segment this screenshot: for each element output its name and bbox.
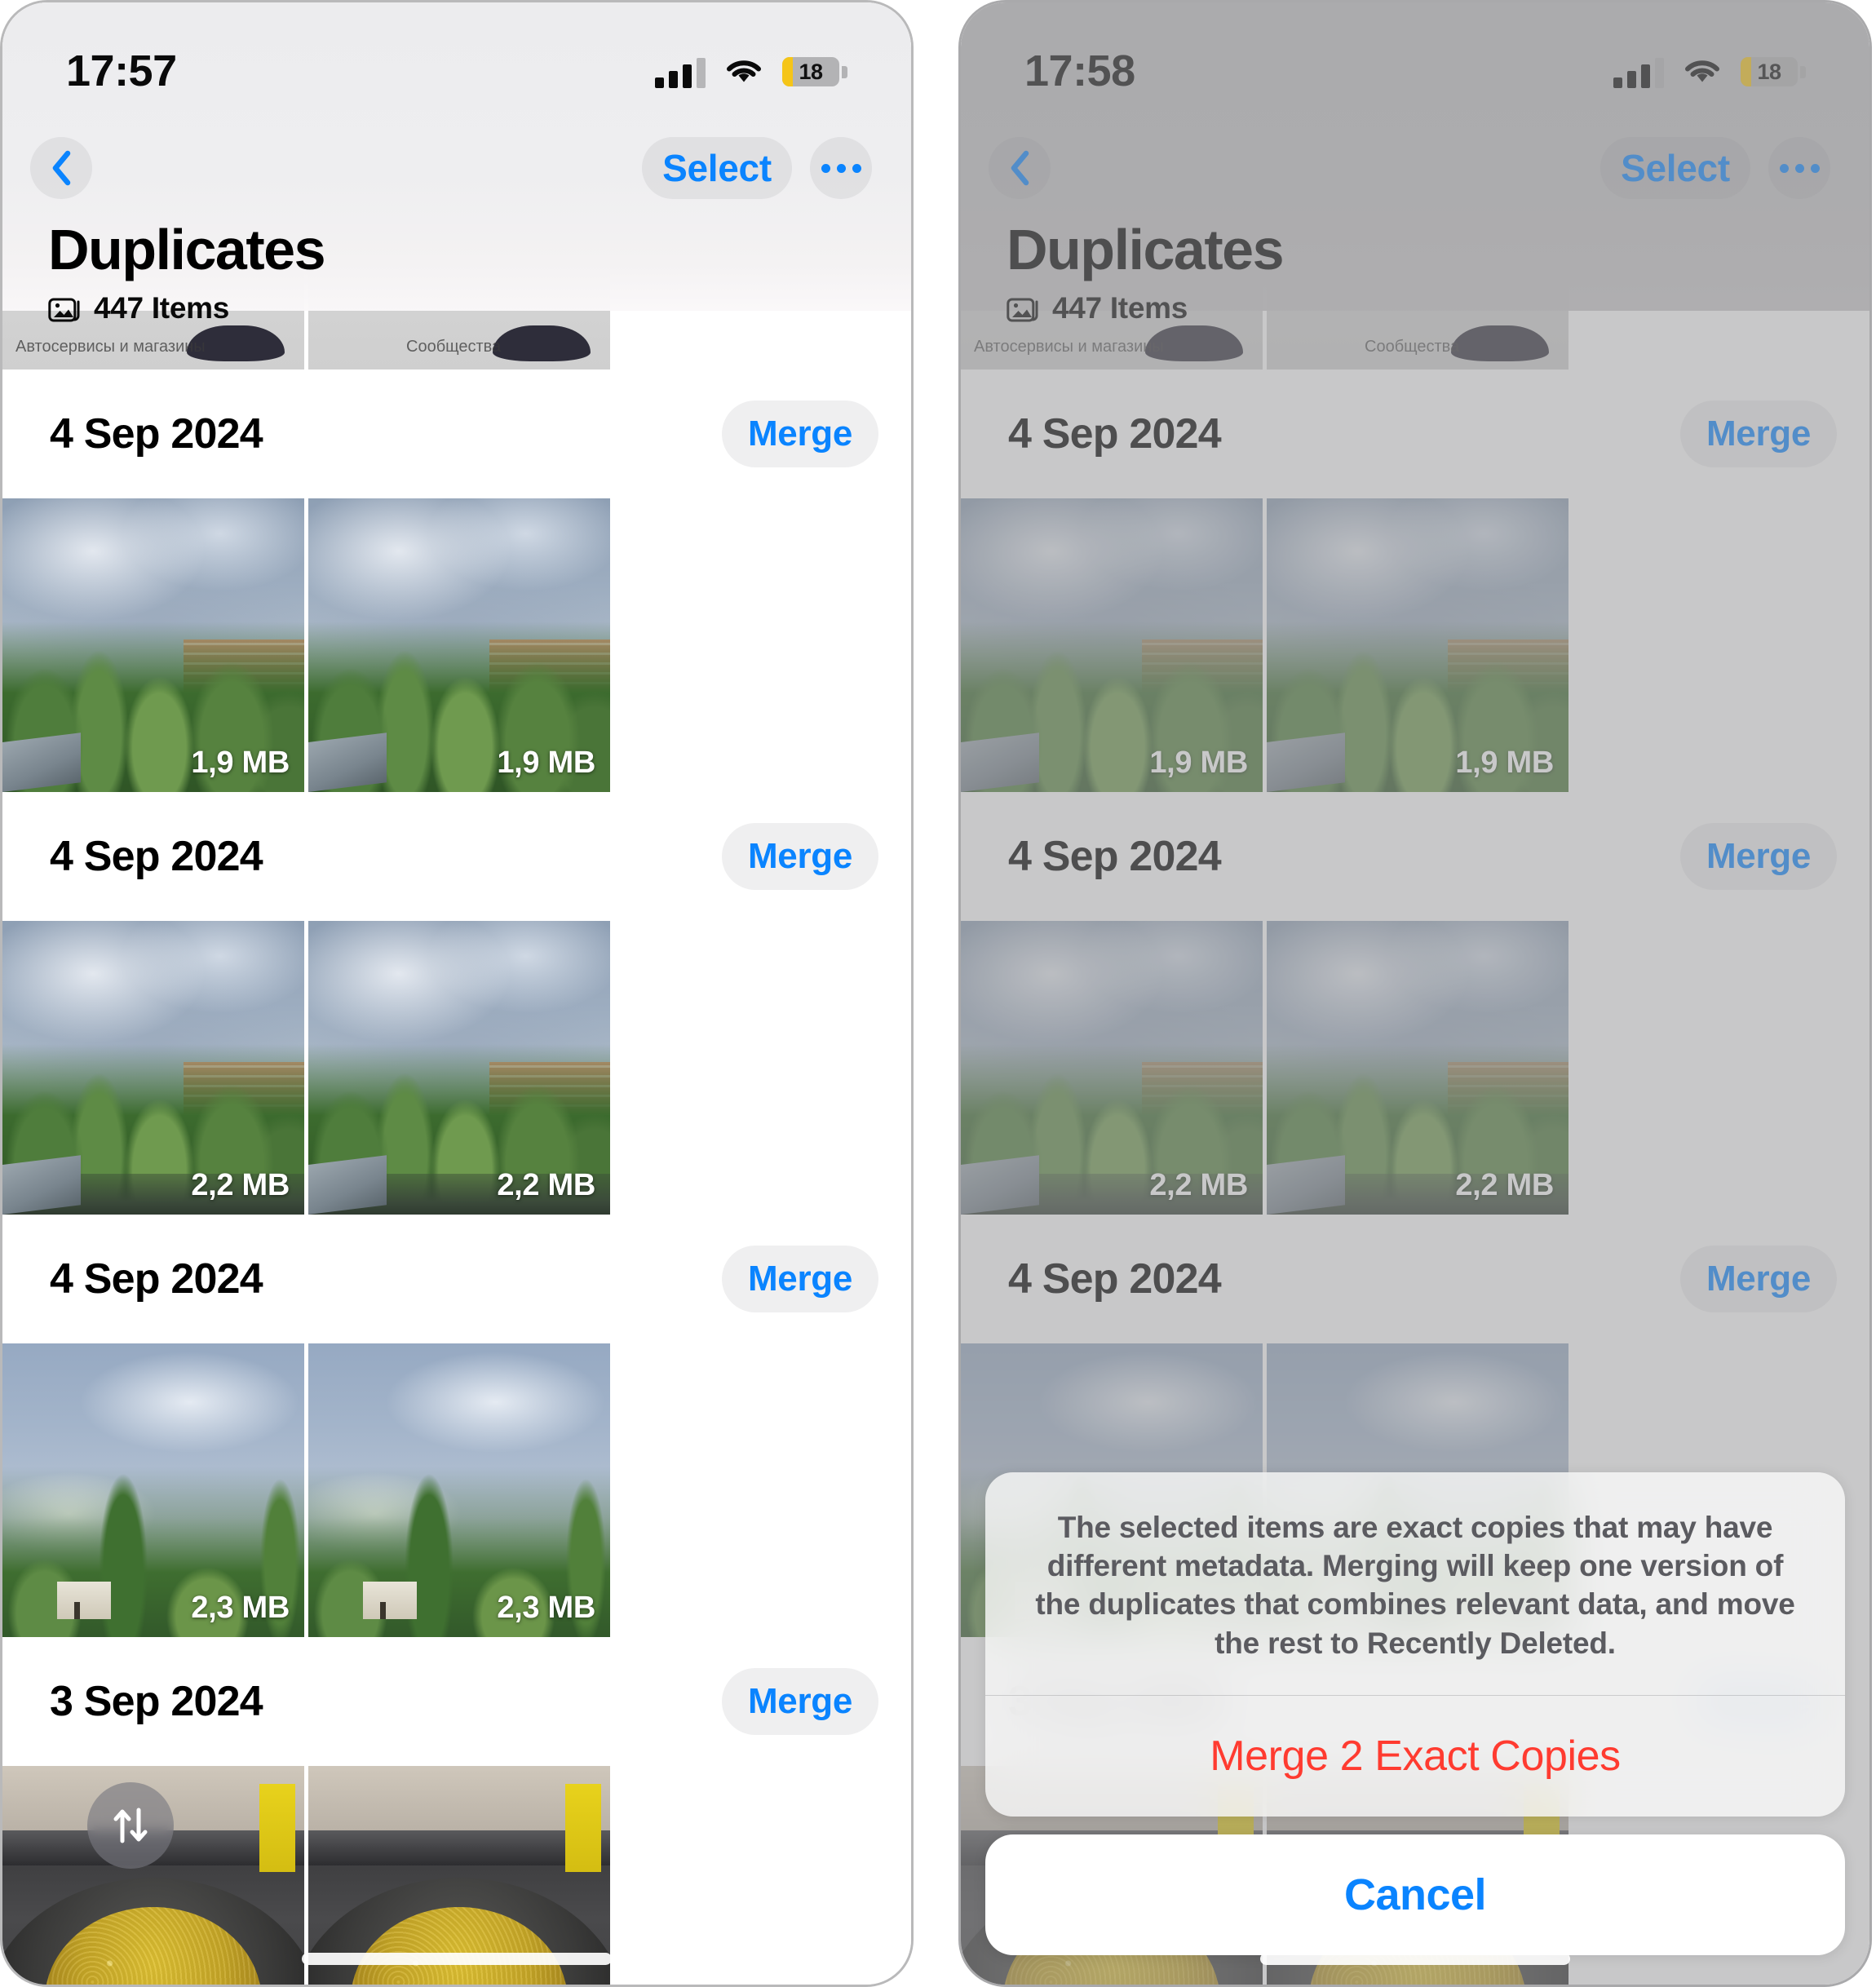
screenshot-caption: Сообщества xyxy=(406,338,502,356)
photo-thumbnail[interactable]: 2,3 MB xyxy=(308,1343,610,1637)
merge-button[interactable]: Merge xyxy=(722,1668,878,1735)
group-date: 4 Sep 2024 xyxy=(50,410,263,458)
battery-level-label: 18 xyxy=(799,59,823,84)
status-bar: 17:57 18 xyxy=(2,2,911,110)
photo-thumbnail[interactable]: 1,9 MB xyxy=(2,498,304,792)
photo-thumbnail[interactable]: 2,3 MB xyxy=(2,1343,304,1637)
merge-action-sheet: The selected items are exact copies that… xyxy=(985,1471,1845,1955)
photo-size-label: 2,3 MB xyxy=(497,1591,595,1625)
ellipsis-icon xyxy=(821,163,830,173)
sort-order-button[interactable] xyxy=(87,1782,174,1869)
merge-button[interactable]: Merge xyxy=(722,400,878,467)
select-button[interactable]: Select xyxy=(642,137,792,199)
phone-screenshot-before: Автосервисы и магазины Сообщества 4 Sep … xyxy=(0,0,914,1987)
duplicate-group-header: 4 Sep 2024 Merge xyxy=(2,1215,911,1343)
screenshot-caption: Автосервисы и магазины xyxy=(15,338,206,356)
merge-button[interactable]: Merge xyxy=(722,1246,878,1312)
group-date: 4 Sep 2024 xyxy=(50,1255,263,1303)
photo-thumbnail[interactable]: 2,2 MB xyxy=(2,921,304,1215)
page-title: Duplicates xyxy=(48,218,326,281)
photo-thumbnail[interactable]: 2,2 MB xyxy=(308,921,610,1215)
photo-thumbnail[interactable] xyxy=(308,1766,610,1985)
phone-screenshot-after: Автосервисы и магазины Сообщества 4 Sep … xyxy=(958,0,1872,1987)
item-count-label: 447 Items xyxy=(94,291,229,325)
status-clock: 17:57 xyxy=(66,46,177,95)
chevron-left-icon xyxy=(51,150,72,186)
photo-size-label: 2,2 MB xyxy=(497,1168,595,1202)
duplicate-photo-pair: 2,2 MB 2,2 MB xyxy=(2,921,911,1215)
battery-low-power-icon: 18 xyxy=(782,57,847,86)
duplicate-group-header: 3 Sep 2024 Merge xyxy=(2,1637,911,1766)
group-date: 3 Sep 2024 xyxy=(50,1678,263,1725)
cellular-bars-icon xyxy=(655,55,706,88)
page-title-block: Duplicates 447 Items xyxy=(2,221,911,325)
ellipsis-icon xyxy=(852,163,861,173)
duplicate-group-header: 4 Sep 2024 Merge xyxy=(2,370,911,498)
photo-stack-icon xyxy=(48,294,82,322)
navigation-bar: Select xyxy=(2,110,911,226)
duplicate-group-header: 4 Sep 2024 Merge xyxy=(2,792,911,921)
merge-exact-copies-button[interactable]: Merge 2 Exact Copies xyxy=(985,1696,1845,1817)
cancel-button[interactable]: Cancel xyxy=(985,1834,1845,1955)
photo-size-label: 2,3 MB xyxy=(191,1591,290,1625)
photo-size-label: 2,2 MB xyxy=(191,1168,290,1202)
photo-size-label: 1,9 MB xyxy=(191,746,290,780)
back-button[interactable] xyxy=(30,137,92,199)
dual-screenshot-stage: Автосервисы и магазины Сообщества 4 Sep … xyxy=(0,0,1876,1987)
wifi-icon xyxy=(725,57,763,86)
action-sheet-message: The selected items are exact copies that… xyxy=(985,1472,1845,1696)
sort-arrows-icon xyxy=(113,1808,148,1843)
group-date: 4 Sep 2024 xyxy=(50,833,263,880)
screenshot-graphic xyxy=(493,325,591,361)
duplicate-photo-pair: 2,3 MB 2,3 MB xyxy=(2,1343,911,1637)
home-indicator xyxy=(302,1953,612,1965)
home-indicator xyxy=(1260,1953,1570,1965)
photo-thumbnail[interactable]: 1,9 MB xyxy=(308,498,610,792)
duplicate-photo-pair: 1,9 MB 1,9 MB xyxy=(2,498,911,792)
more-options-button[interactable] xyxy=(810,137,872,199)
merge-button[interactable]: Merge xyxy=(722,823,878,890)
photo-size-label: 1,9 MB xyxy=(497,746,595,780)
ellipsis-icon xyxy=(836,163,846,173)
